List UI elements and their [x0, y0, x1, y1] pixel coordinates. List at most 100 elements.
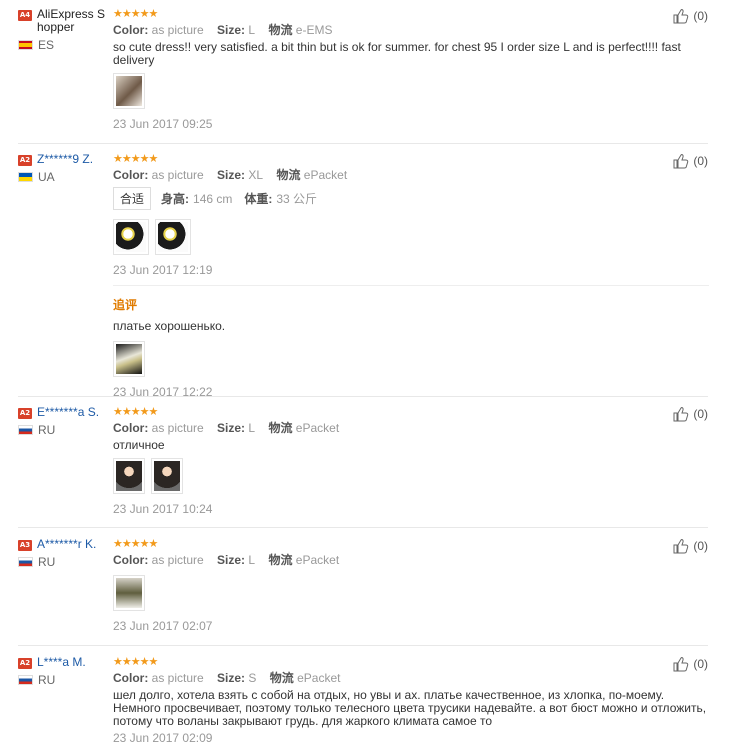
size-value: L	[248, 553, 256, 567]
review-photo-thumbnail[interactable]	[155, 219, 191, 255]
review-content: ★★★★★ Color: as picture Size: S 物流 ePack…	[113, 656, 711, 745]
helpful-button[interactable]: (0)	[673, 538, 708, 554]
review-attributes: Color: as picture Size: S 物流 ePacket	[113, 671, 711, 685]
review-date: 23 Jun 2017 09:25	[113, 117, 213, 131]
review-divider	[18, 396, 708, 397]
helpful-button[interactable]: (0)	[673, 153, 708, 169]
helpful-count: (0)	[693, 407, 708, 421]
review-photo-thumbnail[interactable]	[113, 575, 145, 611]
logistics-value: ePacket	[295, 553, 340, 567]
country-code: RU	[38, 673, 56, 687]
size-label: Size:	[217, 671, 246, 685]
logistics-label: 物流	[276, 168, 301, 182]
fit-tag: 合适	[113, 187, 152, 210]
reviewer-country: RU	[18, 673, 106, 687]
country-code: RU	[38, 555, 56, 569]
followup-title: 追评	[113, 298, 138, 312]
reviewer-name[interactable]: A*******r K.	[37, 538, 96, 551]
flag-ru-icon	[18, 675, 33, 685]
color-value: as picture	[151, 671, 204, 685]
followup-text: платье хорошенько.	[113, 319, 226, 333]
level-badge-icon: A4	[18, 10, 32, 21]
color-label: Color:	[113, 671, 149, 685]
review-photo-thumbnail[interactable]	[113, 219, 149, 255]
review-photos	[113, 458, 711, 494]
flag-ru-icon	[18, 425, 33, 435]
reviewer-info: A2 Z******9 Z. UA	[18, 153, 106, 184]
review-photos	[113, 73, 711, 109]
color-label: Color:	[113, 553, 149, 567]
height-value: 146 cm	[193, 191, 233, 206]
reviewer-name[interactable]: E*******a S.	[37, 406, 99, 419]
review-photo-thumbnail[interactable]	[113, 73, 145, 109]
flag-es-icon	[18, 40, 33, 50]
color-value: as picture	[151, 23, 204, 37]
review-photos	[113, 575, 711, 611]
color-label: Color:	[113, 421, 149, 435]
thumbs-up-icon	[673, 154, 689, 169]
weight-value: 33 公斤	[276, 192, 318, 206]
helpful-count: (0)	[693, 154, 708, 168]
reviewer-name[interactable]: L****a M.	[37, 656, 86, 669]
size-label: Size:	[217, 23, 246, 37]
reviewer-name: AliExpress Shopper	[37, 7, 106, 34]
logistics-label: 物流	[269, 671, 294, 685]
level-badge-icon: A2	[18, 658, 32, 669]
review-content: ★★★★★ Color: as picture Size: L 物流 ePack…	[113, 538, 711, 633]
height-label: 身高:	[161, 192, 190, 206]
thumbs-up-icon	[673, 657, 689, 672]
flag-ua-icon	[18, 172, 33, 182]
review-divider	[18, 143, 708, 144]
review-text: so cute dress!! very satisfied. a bit th…	[113, 40, 681, 67]
star-rating: ★★★★★	[113, 8, 158, 20]
color-label: Color:	[113, 168, 149, 182]
reviewer-country: UA	[18, 170, 106, 184]
reviewer-info: A2 E*******a S. RU	[18, 406, 106, 437]
helpful-button[interactable]: (0)	[673, 406, 708, 422]
flag-ru-icon	[18, 557, 33, 567]
review-text: шел долго, хотела взять с собой на отдых…	[113, 688, 707, 728]
logistics-value: ePacket	[297, 671, 341, 685]
review-photo-thumbnail[interactable]	[113, 341, 145, 377]
reviewer-info: A4 AliExpress Shopper ES	[18, 8, 106, 52]
logistics-value: ePacket	[303, 168, 348, 182]
review-date: 23 Jun 2017 10:24	[113, 502, 213, 516]
size-label: Size:	[217, 553, 246, 567]
logistics-label: 物流	[268, 553, 293, 567]
thumbs-up-icon	[673, 407, 689, 422]
helpful-count: (0)	[693, 657, 708, 671]
star-rating: ★★★★★	[113, 406, 158, 418]
review-date: 23 Jun 2017 02:09	[113, 731, 213, 745]
size-label: Size:	[217, 168, 246, 182]
review-photo-thumbnail[interactable]	[113, 458, 145, 494]
helpful-count: (0)	[693, 539, 708, 553]
logistics-label: 物流	[268, 23, 293, 37]
star-rating: ★★★★★	[113, 656, 158, 668]
country-code: RU	[38, 423, 56, 437]
thumbs-up-icon	[673, 539, 689, 554]
review-content: ★★★★★ Color: as picture Size: XL 物流 ePac…	[113, 153, 711, 399]
review-date: 23 Jun 2017 02:07	[113, 619, 213, 633]
color-value: as picture	[151, 421, 204, 435]
review-text: отличное	[113, 438, 165, 452]
reviewer-country: RU	[18, 423, 106, 437]
review-photos	[113, 219, 711, 255]
review-photo-thumbnail[interactable]	[151, 458, 183, 494]
logistics-label: 物流	[268, 421, 293, 435]
fit-info: 合适 身高: 146 cm 体重: 33 公斤	[113, 187, 711, 210]
helpful-button[interactable]: (0)	[673, 8, 708, 24]
color-value: as picture	[151, 168, 204, 182]
country-code: ES	[38, 38, 55, 52]
country-code: UA	[38, 170, 55, 184]
review-date: 23 Jun 2017 12:19	[113, 263, 213, 277]
helpful-button[interactable]: (0)	[673, 656, 708, 672]
review-attributes: Color: as picture Size: L 物流 ePacket	[113, 553, 711, 567]
level-badge-icon: A2	[18, 408, 32, 419]
logistics-value: e-EMS	[295, 23, 333, 37]
review-divider	[18, 645, 708, 646]
size-value: XL	[248, 168, 264, 182]
reviewer-info: A3 A*******r K. RU	[18, 538, 106, 569]
reviewer-name[interactable]: Z******9 Z.	[37, 153, 93, 166]
size-label: Size:	[217, 421, 246, 435]
review-content: ★★★★★ Color: as picture Size: L 物流 e-EMS…	[113, 8, 711, 131]
